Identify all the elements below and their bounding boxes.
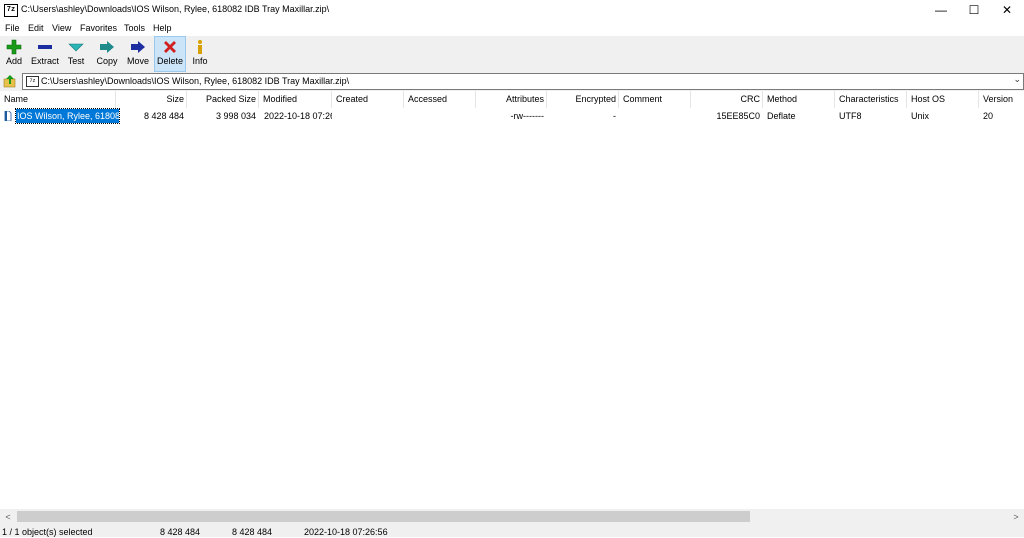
host-os-cell: Unix (911, 111, 930, 121)
move-arrow-icon (131, 41, 145, 53)
col-host-os[interactable]: Host OS (907, 91, 979, 108)
extract-label: Extract (30, 56, 59, 66)
col-modified[interactable]: Modified (259, 91, 332, 108)
characteristics-cell: UTF8 (839, 111, 862, 121)
status-bar: 1 / 1 object(s) selected 8 428 484 8 428… (0, 525, 1024, 537)
col-characteristics[interactable]: Characteristics (835, 91, 907, 108)
add-button[interactable]: Add (3, 37, 25, 71)
packed-size-cell: 3 998 034 (215, 111, 256, 121)
close-button[interactable]: ✕ (990, 0, 1024, 20)
menu-tools[interactable]: Tools (124, 23, 145, 33)
title-bar: 7z C:\Users\ashley\Downloads\IOS Wilson,… (0, 0, 1024, 20)
accessed-cell (408, 109, 476, 123)
col-name[interactable]: Name (0, 91, 116, 108)
comment-cell (623, 109, 691, 123)
col-created[interactable]: Created (332, 91, 404, 108)
delete-button[interactable]: Delete (154, 36, 186, 72)
copy-arrow-icon (100, 41, 114, 53)
add-label: Add (5, 56, 22, 66)
info-label: Info (192, 56, 208, 66)
col-attributes[interactable]: Attributes (476, 91, 547, 108)
address-path: C:\Users\ashley\Downloads\IOS Wilson, Ry… (41, 76, 350, 86)
window-title: C:\Users\ashley\Downloads\IOS Wilson, Ry… (21, 4, 330, 14)
menu-favorites[interactable]: Favorites (80, 23, 117, 33)
method-cell: Deflate (767, 111, 796, 121)
crc-cell: 15EE85C0 (716, 111, 760, 121)
file-list[interactable]: Name Size Packed Size Modified Created A… (0, 91, 1024, 509)
col-crc[interactable]: CRC (691, 91, 763, 108)
col-encrypted[interactable]: Encrypted (547, 91, 619, 108)
address-field[interactable]: 7z C:\Users\ashley\Downloads\IOS Wilson,… (22, 73, 1024, 90)
menu-file[interactable]: File (5, 23, 20, 33)
scroll-left-icon[interactable]: < (0, 509, 16, 525)
encrypted-cell: - (613, 111, 616, 121)
minus-icon (38, 45, 52, 49)
horizontal-scrollbar[interactable]: < > (0, 509, 1024, 525)
delete-label: Delete (156, 56, 183, 66)
status-size: 8 428 484 (160, 527, 201, 537)
col-comment[interactable]: Comment (619, 91, 691, 108)
col-accessed[interactable]: Accessed (404, 91, 476, 108)
name-cell[interactable]: IOS Wilson, Rylee, 61808... (4, 108, 120, 124)
copy-label: Copy (96, 56, 118, 66)
scrollbar-thumb[interactable] (17, 511, 750, 522)
info-icon (198, 40, 202, 54)
menu-help[interactable]: Help (153, 23, 172, 33)
up-folder-icon[interactable] (3, 74, 17, 88)
modified-cell: 2022-10-18 07:26 (264, 111, 332, 121)
maximize-button[interactable]: ☐ (957, 0, 991, 20)
test-label: Test (67, 56, 85, 66)
move-button[interactable]: Move (126, 37, 150, 71)
col-method[interactable]: Method (763, 91, 835, 108)
file-icon (4, 111, 12, 121)
address-bar: 7z C:\Users\ashley\Downloads\IOS Wilson,… (0, 72, 1024, 91)
col-size[interactable]: Size (116, 91, 187, 108)
attributes-cell: -rw------- (510, 111, 544, 121)
menu-bar: File Edit View Favorites Tools Help (0, 20, 1024, 37)
check-icon (68, 43, 84, 52)
extract-button[interactable]: Extract (30, 37, 60, 71)
copy-button[interactable]: Copy (95, 37, 119, 71)
chevron-down-icon[interactable]: ⌄ (1013, 74, 1021, 85)
info-button[interactable]: Info (190, 37, 210, 71)
test-button[interactable]: Test (65, 37, 87, 71)
toolbar: Add Extract Test Copy Move Delete Info (0, 36, 1024, 72)
status-selection: 1 / 1 object(s) selected (2, 527, 93, 537)
created-cell (336, 109, 404, 123)
plus-icon (6, 39, 22, 55)
move-label: Move (126, 56, 149, 66)
version-cell: 20 (983, 111, 994, 121)
table-row[interactable]: IOS Wilson, Rylee, 61808... 8 428 484 3 … (0, 108, 1024, 124)
app-icon: 7z (4, 4, 18, 17)
minimize-button[interactable]: — (924, 0, 958, 20)
status-packed: 8 428 484 (232, 527, 273, 537)
col-version[interactable]: Version (979, 91, 1024, 108)
size-cell: 8 428 484 (143, 111, 184, 121)
archive-icon: 7z (26, 76, 39, 87)
scroll-right-icon[interactable]: > (1008, 509, 1024, 525)
menu-view[interactable]: View (52, 23, 71, 33)
status-modified: 2022-10-18 07:26:56 (304, 527, 388, 537)
menu-edit[interactable]: Edit (28, 23, 44, 33)
file-name[interactable]: IOS Wilson, Rylee, 61808... (15, 108, 120, 124)
delete-x-icon (164, 41, 176, 53)
col-packed-size[interactable]: Packed Size (187, 91, 259, 108)
